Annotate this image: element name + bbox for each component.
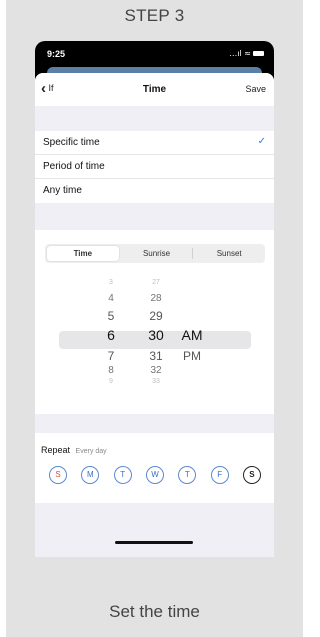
- segment-sunrise[interactable]: Sunrise: [121, 244, 193, 263]
- picker-value[interactable]: 8: [96, 365, 126, 376]
- time-option-row[interactable]: Period of time: [35, 155, 274, 179]
- picker-value[interactable]: 31: [141, 349, 171, 363]
- time-picker-wheel[interactable]: 3 4 5 6 7 8 9 27 28 29 30 31 32 33 AM PM: [35, 275, 274, 403]
- repeat-row: Repeat Every day: [41, 445, 107, 455]
- segment-sunset[interactable]: Sunset: [193, 244, 265, 263]
- picker-value[interactable]: 32: [141, 365, 171, 376]
- time-option-label: Any time: [43, 185, 82, 196]
- picker-value[interactable]: PM: [177, 349, 207, 363]
- home-indicator: [115, 541, 193, 544]
- segment-time[interactable]: Time: [47, 246, 119, 261]
- status-time: 9:25: [47, 49, 66, 59]
- repeat-summary: Every day: [75, 448, 107, 455]
- save-button[interactable]: Save: [245, 84, 266, 94]
- picker-value[interactable]: 29: [141, 309, 171, 323]
- picker-value[interactable]: 4: [96, 293, 126, 304]
- period-column[interactable]: AM PM: [177, 275, 207, 403]
- weekday-toggle[interactable]: W: [145, 466, 164, 484]
- checkmark-icon: ✓: [257, 136, 266, 147]
- time-option-row[interactable]: Any time: [35, 179, 274, 203]
- time-option-label: Period of time: [43, 161, 105, 172]
- picker-value[interactable]: 6: [96, 327, 126, 343]
- picker-value[interactable]: AM: [177, 327, 207, 343]
- picker-value[interactable]: 27: [141, 279, 171, 286]
- repeat-label: Repeat: [41, 445, 71, 455]
- picker-section: Time Sunrise Sunset 3 4 5 6 7 8 9 27 28 29 30 31 32 33 A…: [35, 230, 274, 414]
- time-option-list: Specific time ✓ Period of time Any time: [35, 131, 274, 203]
- status-icons: …ıl ≈: [229, 49, 264, 58]
- picker-value[interactable]: 28: [141, 293, 171, 304]
- tutorial-card: STEP 3 9:25 …ıl ≈ ‹ If Time Save Specifi…: [6, 0, 303, 637]
- signal-wifi-icon: …ıl ≈: [229, 49, 251, 58]
- step-title: STEP 3: [124, 6, 185, 25]
- step-caption: Set the time: [109, 602, 200, 621]
- time-option-label: Specific time: [43, 137, 100, 148]
- phone-screen: 9:25 …ıl ≈ ‹ If Time Save Specific time ✓…: [35, 41, 274, 557]
- weekday-toggle[interactable]: F: [210, 466, 229, 484]
- time-option-row[interactable]: Specific time ✓: [35, 131, 274, 155]
- repeat-section: Repeat Every day SMTWTFS: [35, 433, 274, 503]
- picker-value[interactable]: 30: [141, 327, 171, 343]
- weekday-toggle[interactable]: T: [178, 466, 197, 484]
- picker-value[interactable]: 3: [96, 279, 126, 286]
- weekday-selector: SMTWTFS: [49, 466, 261, 484]
- minute-column[interactable]: 27 28 29 30 31 32 33: [141, 275, 171, 403]
- picker-value[interactable]: 33: [141, 378, 171, 385]
- nav-bar: ‹ If Time Save: [35, 73, 274, 106]
- page-title: Time: [142, 84, 167, 95]
- picker-value[interactable]: 9: [96, 378, 126, 385]
- weekday-toggle[interactable]: S: [49, 466, 67, 484]
- time-sheet: ‹ If Time Save Specific time ✓ Period of t…: [35, 73, 274, 557]
- weekday-toggle[interactable]: M: [81, 466, 100, 484]
- picker-value[interactable]: 7: [96, 349, 126, 363]
- battery-icon: [253, 51, 264, 56]
- weekday-toggle[interactable]: T: [113, 466, 132, 484]
- picker-value[interactable]: 5: [96, 309, 126, 323]
- weekday-toggle[interactable]: S: [242, 466, 261, 484]
- time-mode-segmented-control: Time Sunrise Sunset: [45, 244, 265, 263]
- hour-column[interactable]: 3 4 5 6 7 8 9: [96, 275, 126, 403]
